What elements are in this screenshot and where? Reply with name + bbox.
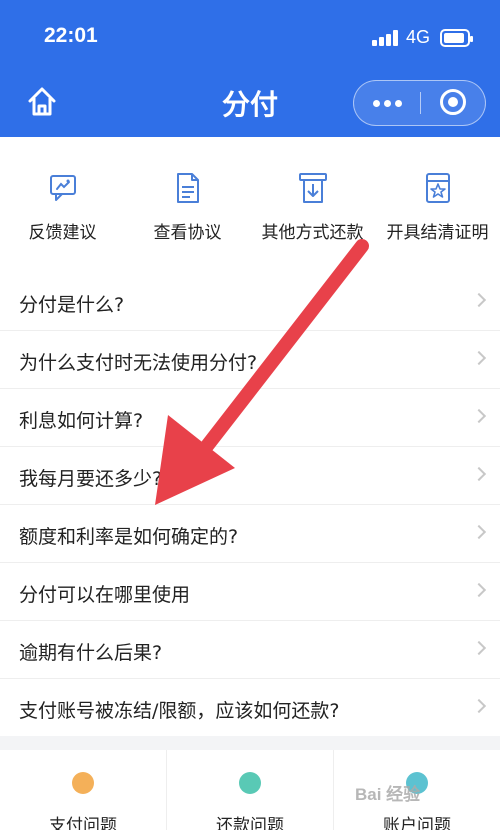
payment-issue-icon	[72, 772, 94, 794]
quick-action-label: 查看协议	[153, 223, 222, 243]
quick-action-feedback[interactable]: 反馈建议	[0, 137, 125, 257]
faq-question: 我每月要还多少?	[19, 468, 163, 490]
faq-question: 利息如何计算?	[19, 410, 144, 432]
category-label: 支付问题	[49, 816, 117, 830]
faq-item[interactable]: 逾期有什么后果?	[0, 621, 500, 679]
chevron-right-icon	[471, 640, 487, 656]
faq-item[interactable]: 利息如何计算?	[0, 389, 500, 447]
faq-question: 分付是什么?	[19, 294, 125, 316]
faq-item[interactable]: 额度和利率是如何确定的?	[0, 505, 500, 563]
watermark: Bai 经验	[355, 785, 421, 804]
faq-item[interactable]: 我每月要还多少?	[0, 447, 500, 505]
chevron-right-icon	[471, 698, 487, 714]
battery-level	[444, 33, 464, 43]
category-payment-issue[interactable]: 支付问题	[0, 750, 166, 830]
chevron-right-icon	[471, 466, 487, 482]
mini-program-capsule	[353, 80, 486, 126]
chevron-right-icon	[471, 582, 487, 598]
chevron-right-icon	[471, 350, 487, 366]
quick-action-agreement[interactable]: 查看协议	[125, 137, 250, 257]
faq-question: 为什么支付时无法使用分付?	[19, 352, 258, 374]
quick-actions: 反馈建议 查看协议 其他方式还款 开具结清证明	[0, 137, 500, 267]
faq-list: 分付是什么? 为什么支付时无法使用分付? 利息如何计算? 我每月要还多少? 额度…	[0, 273, 500, 737]
category-repayment-issue[interactable]: 还款问题	[167, 750, 333, 830]
quick-action-label: 其他方式还款	[261, 223, 364, 243]
faq-item[interactable]: 支付账号被冻结/限额，应该如何还款?	[0, 679, 500, 737]
more-button[interactable]	[354, 81, 420, 124]
chevron-right-icon	[471, 292, 487, 308]
quick-action-label: 开具结清证明	[386, 223, 489, 243]
faq-question: 逾期有什么后果?	[19, 642, 163, 664]
faq-item[interactable]: 分付是什么?	[0, 273, 500, 331]
faq-question: 支付账号被冻结/限额，应该如何还款?	[19, 700, 340, 722]
feedback-icon	[50, 175, 76, 201]
document-icon	[177, 173, 199, 203]
faq-question: 额度和利率是如何确定的?	[19, 526, 239, 548]
network-label: 4G	[406, 27, 431, 47]
bottom-categories: 支付问题 还款问题 账户问题	[0, 750, 500, 830]
battery-icon	[440, 29, 473, 47]
category-label: 还款问题	[216, 816, 284, 830]
signal-icon	[372, 30, 400, 46]
status-time: 22:01	[44, 24, 98, 47]
faq-item[interactable]: 分付可以在哪里使用	[0, 563, 500, 621]
chevron-right-icon	[471, 408, 487, 424]
certificate-icon	[426, 173, 450, 203]
quick-action-settlement-cert[interactable]: 开具结清证明	[375, 137, 500, 257]
close-button[interactable]	[421, 81, 485, 124]
header-bar: 22:01 4G 分付	[0, 0, 500, 137]
repay-icon	[299, 173, 327, 203]
faq-question: 分付可以在哪里使用	[19, 584, 191, 606]
faq-item[interactable]: 为什么支付时无法使用分付?	[0, 331, 500, 389]
chevron-right-icon	[471, 524, 487, 540]
quick-action-other-repay[interactable]: 其他方式还款	[250, 137, 375, 257]
section-divider	[0, 736, 500, 750]
category-label: 账户问题	[383, 816, 451, 830]
repayment-issue-icon	[239, 772, 261, 794]
